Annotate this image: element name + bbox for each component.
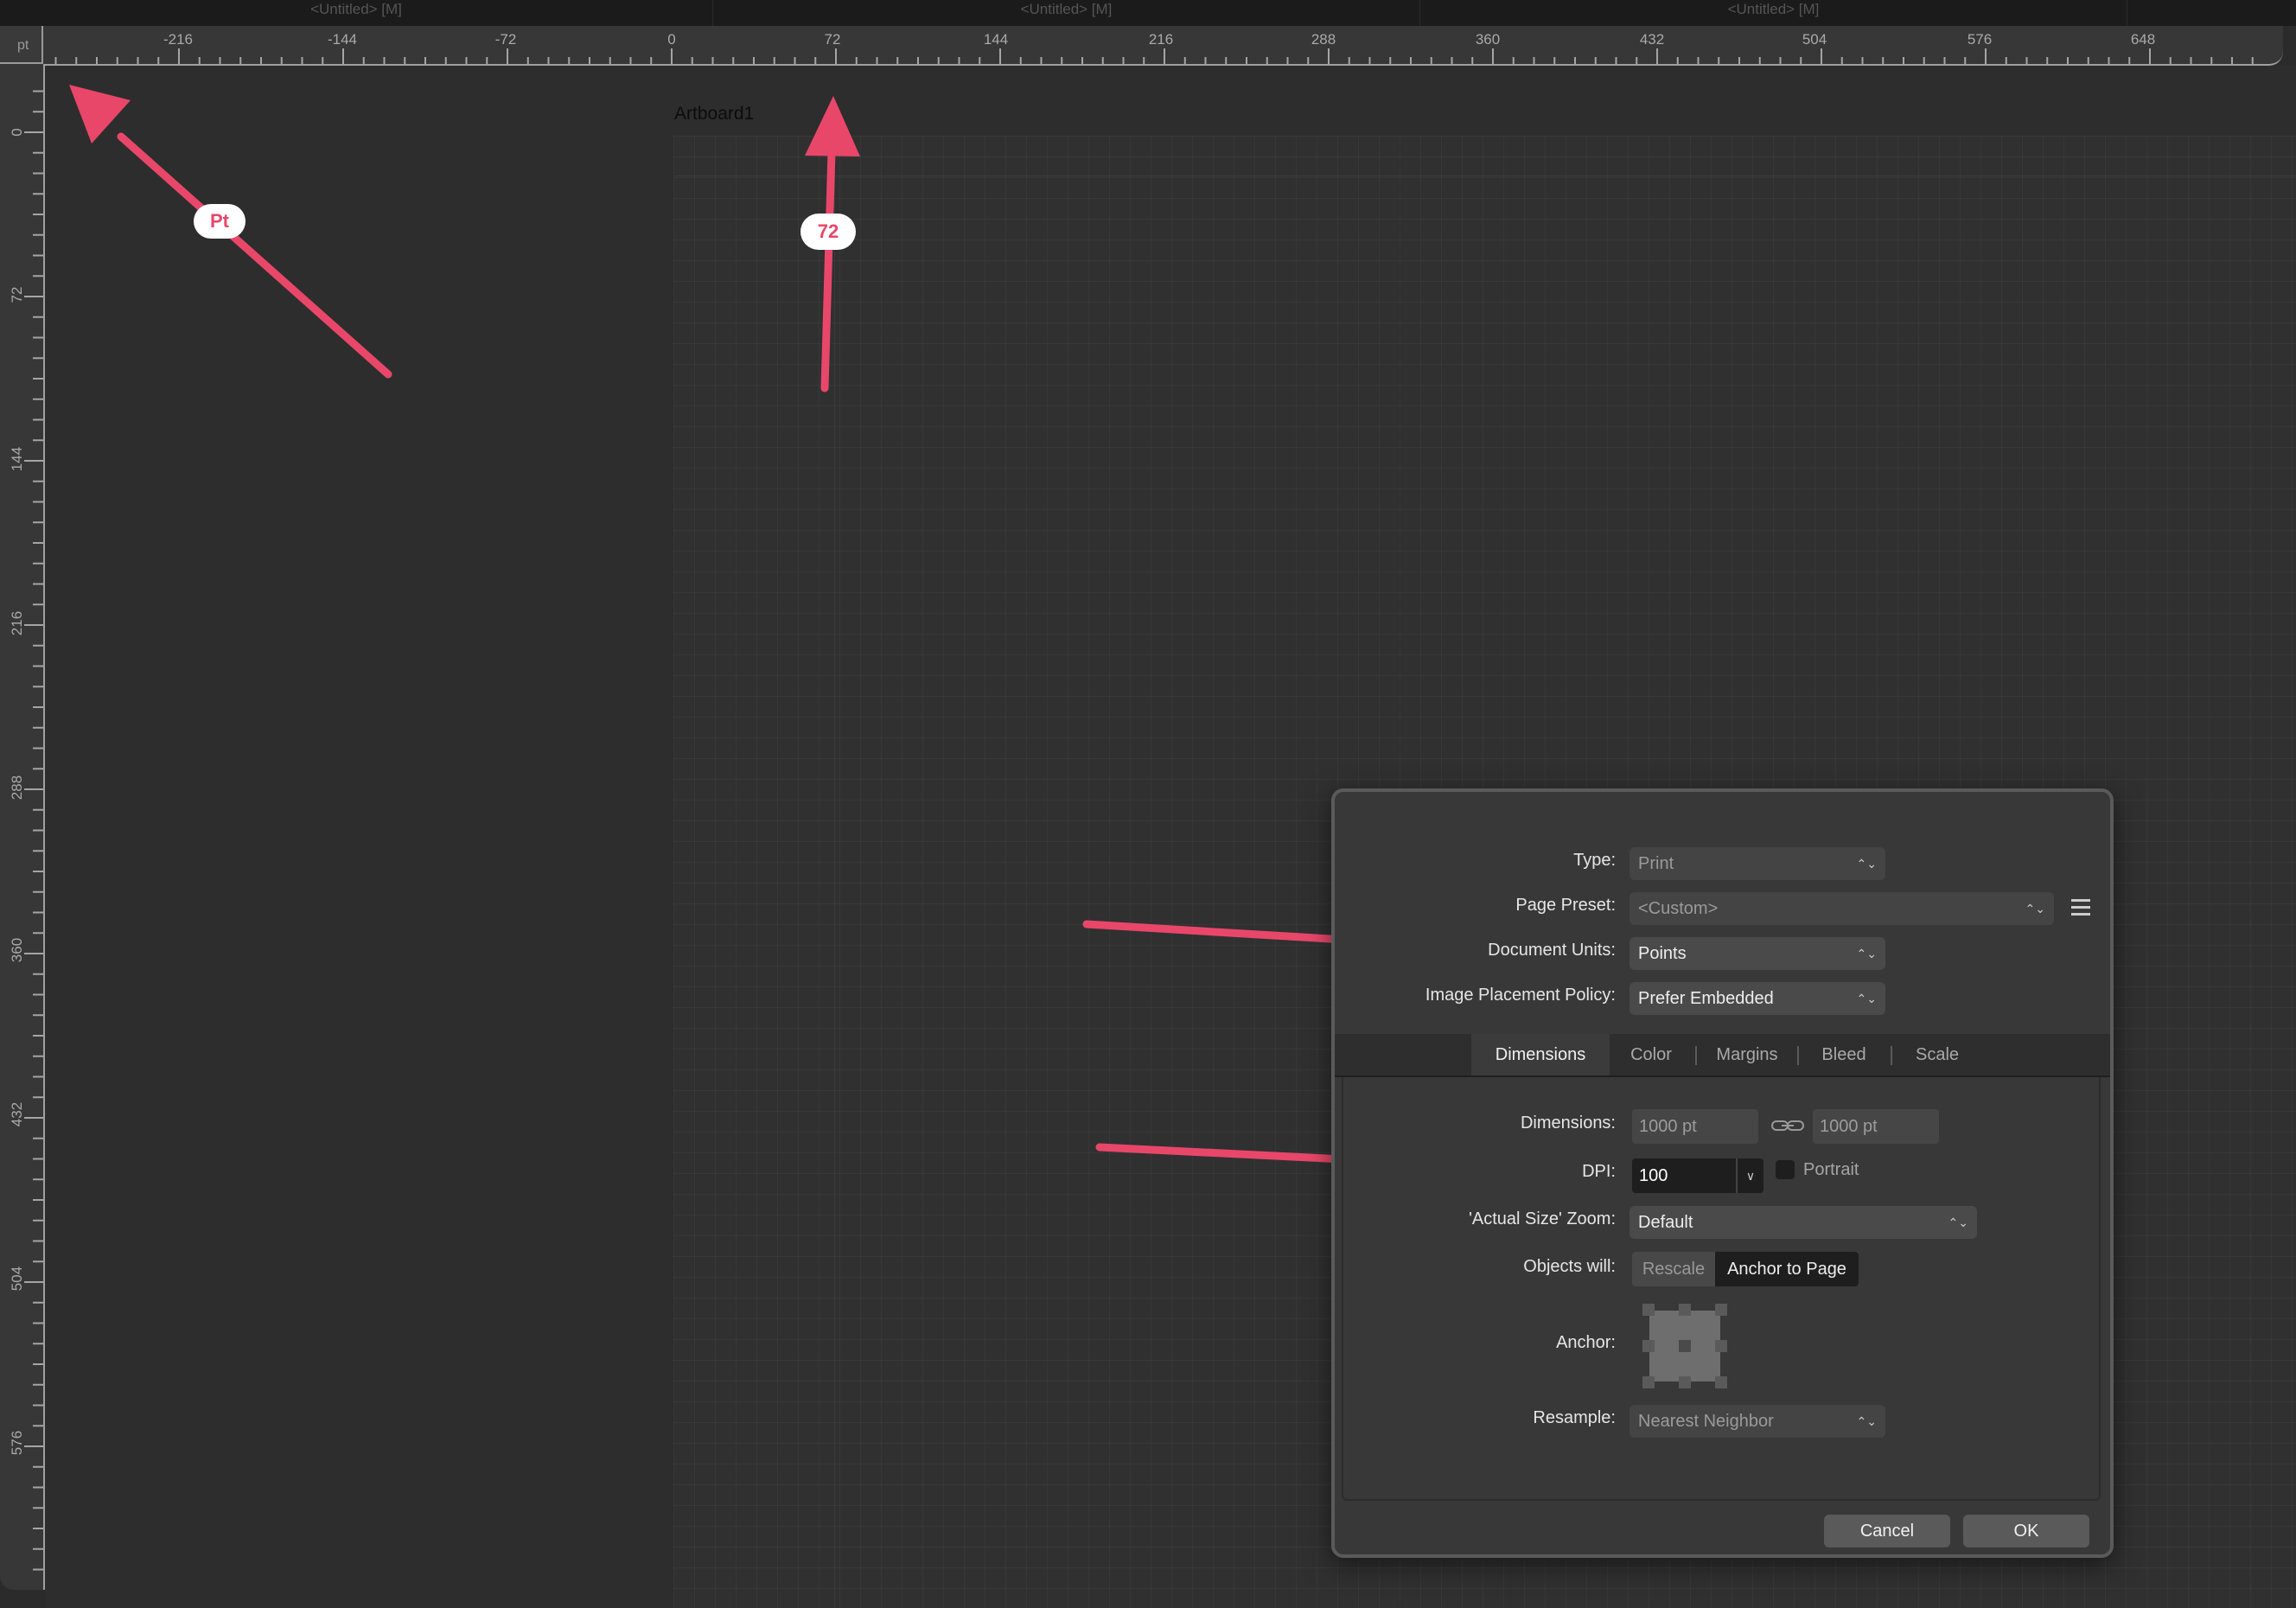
tab-separator [1695, 1046, 1697, 1065]
objects-will-segmented: Rescale Anchor to Page [1632, 1252, 1859, 1286]
ruler-tick-label: 288 [1311, 31, 1336, 48]
tab-separator [1891, 1046, 1892, 1065]
chevron-down-icon: ∨ [1745, 1169, 1756, 1183]
chevron-updown-icon: ⌃⌄ [1856, 857, 1877, 871]
cancel-button[interactable]: Cancel [1824, 1515, 1950, 1547]
ruler-tick-label: 504 [9, 1266, 25, 1292]
horizontal-ruler[interactable]: -216 -144 -72 0 72 144 216 288 360 432 5… [43, 26, 2283, 66]
document-units-select[interactable]: Points ⌃⌄ [1630, 937, 1885, 970]
type-label: Type: [1573, 851, 1616, 870]
preset-menu-icon[interactable] [2071, 899, 2090, 916]
chevron-updown-icon: ⌃⌄ [1948, 1216, 1968, 1229]
vertical-ruler[interactable]: 0 72 144 216 288 360 432 504 576 [0, 64, 45, 1590]
tab-separator [1797, 1046, 1799, 1065]
document-units-value: Points [1638, 944, 1687, 963]
dpi-combo[interactable]: ∨ [1632, 1158, 1763, 1193]
seventy-two-badge: 72 [800, 214, 856, 250]
tab-color[interactable]: Color [1615, 1034, 1687, 1075]
objects-will-label: Objects will: [1523, 1257, 1616, 1276]
document-setup-dialog: Type: Print ⌃⌄ Page Preset: <Custom> ⌃⌄ … [1331, 788, 2114, 1558]
ruler-tick-label: -72 [494, 31, 517, 48]
ruler-tick-label: 504 [1802, 31, 1827, 48]
ruler-tick-label: 144 [983, 31, 1009, 48]
dpi-label: DPI: [1582, 1162, 1616, 1181]
image-placement-label: Image Placement Policy: [1425, 986, 1616, 1005]
ruler-tick-label: 0 [667, 31, 676, 48]
type-value: Print [1638, 854, 1674, 873]
ruler-tick-label: 432 [9, 1101, 25, 1127]
anchor-grid[interactable] [1642, 1304, 1727, 1388]
tab-margins[interactable]: Margins [1703, 1034, 1791, 1075]
chevron-updown-icon: ⌃⌄ [1856, 992, 1877, 1005]
ruler-tick-label: 0 [9, 128, 25, 137]
chevron-updown-icon: ⌃⌄ [2025, 902, 2045, 916]
tab-bleed[interactable]: Bleed [1805, 1034, 1883, 1075]
image-placement-select[interactable]: Prefer Embedded ⌃⌄ [1630, 982, 1885, 1015]
actual-size-zoom-label: 'Actual Size' Zoom: [1469, 1209, 1616, 1228]
tab-scale[interactable]: Scale [1898, 1034, 1976, 1075]
ruler-tick-label: 648 [2130, 31, 2156, 48]
guide-line [674, 175, 2296, 176]
link-icon[interactable] [1770, 1117, 1805, 1134]
chevron-updown-icon: ⌃⌄ [1856, 1414, 1877, 1428]
page-preset-select[interactable]: <Custom> ⌃⌄ [1630, 892, 2054, 925]
resample-select[interactable]: Nearest Neighbor ⌃⌄ [1630, 1405, 1885, 1438]
ruler-tick-label: 576 [9, 1430, 25, 1456]
guide-line [834, 136, 835, 1608]
artboard-name: Artboard1 [674, 104, 755, 124]
ruler-tick-label: 72 [824, 31, 841, 48]
actual-size-zoom-value: Default [1638, 1213, 1693, 1232]
settings-tab-strip: Dimensions Color Margins Bleed Scale [1335, 1034, 2110, 1077]
document-tab-bar: <Untitled> [M] <Untitled> [M] <Untitled>… [0, 0, 2296, 26]
dpi-input[interactable] [1632, 1158, 1732, 1193]
resample-label: Resample: [1533, 1408, 1616, 1427]
portrait-checkbox[interactable] [1776, 1160, 1795, 1179]
dpi-dropdown-button[interactable]: ∨ [1736, 1158, 1763, 1193]
actual-size-zoom-select[interactable]: Default ⌃⌄ [1630, 1206, 1977, 1239]
type-select[interactable]: Print ⌃⌄ [1630, 847, 1885, 880]
ruler-tick-label: 72 [9, 286, 25, 303]
page-preset-value: <Custom> [1638, 899, 1719, 918]
resample-value: Nearest Neighbor [1638, 1412, 1774, 1431]
document-tab[interactable]: <Untitled> [M] [0, 0, 713, 26]
chevron-updown-icon: ⌃⌄ [1856, 947, 1877, 960]
ruler-tick-label: 144 [9, 446, 25, 472]
ruler-unit: pt [17, 38, 29, 53]
pt-badge: Pt [194, 204, 246, 239]
ruler-tick-label: 576 [1967, 31, 1993, 48]
ok-button[interactable]: OK [1963, 1515, 2089, 1547]
ruler-tick-label: -216 [163, 31, 194, 48]
ruler-tick-label: -144 [327, 31, 358, 48]
document-units-label: Document Units: [1488, 941, 1616, 960]
width-field[interactable]: 1000 pt [1632, 1109, 1758, 1144]
ruler-tick-label: 432 [1639, 31, 1665, 48]
document-tab[interactable]: <Untitled> [M] [1420, 0, 2127, 26]
image-placement-value: Prefer Embedded [1638, 989, 1774, 1008]
tab-dimensions[interactable]: Dimensions [1471, 1034, 1610, 1075]
ruler-tick-label: 360 [9, 937, 25, 963]
document-tab[interactable]: <Untitled> [M] [713, 0, 1420, 26]
height-field[interactable]: 1000 pt [1813, 1109, 1939, 1144]
rescale-option[interactable]: Rescale [1632, 1252, 1715, 1286]
ruler-tick-label: 360 [1475, 31, 1501, 48]
ruler-tick-label: 216 [1148, 31, 1174, 48]
portrait-label: Portrait [1803, 1160, 1859, 1179]
ruler-tick-label: 288 [9, 775, 25, 801]
anchor-label: Anchor: [1556, 1333, 1616, 1352]
ruler-tick-label: 216 [9, 610, 25, 636]
ruler-origin[interactable]: pt [0, 26, 43, 64]
dimensions-label: Dimensions: [1520, 1113, 1616, 1133]
page-preset-label: Page Preset: [1515, 896, 1616, 915]
anchor-to-page-option[interactable]: Anchor to Page [1715, 1252, 1859, 1286]
